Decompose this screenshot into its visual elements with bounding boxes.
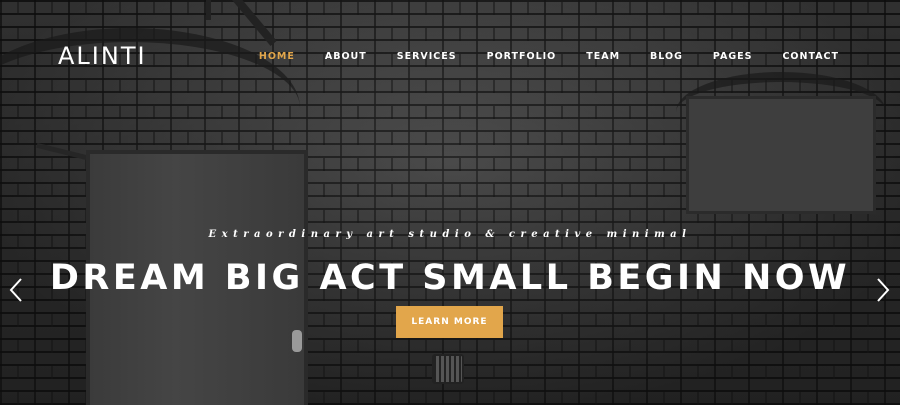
wall-vent <box>432 354 464 384</box>
fire-escape-post <box>206 0 211 20</box>
nav-item-blog[interactable]: BLOG <box>650 51 683 62</box>
nav-item-home[interactable]: HOME <box>259 51 295 62</box>
brand-logo[interactable]: ALINTI <box>58 42 147 70</box>
nav-item-about[interactable]: ABOUT <box>325 51 367 62</box>
nav-item-portfolio[interactable]: PORTFOLIO <box>487 51 557 62</box>
door-handle <box>292 330 302 352</box>
chevron-left-icon <box>9 278 22 302</box>
nav-item-services[interactable]: SERVICES <box>397 51 457 62</box>
learn-more-button[interactable]: LEARN MORE <box>396 306 503 338</box>
nav-item-team[interactable]: TEAM <box>586 51 620 62</box>
hero-headline: DREAM BIG ACT SMALL BEGIN NOW <box>49 258 851 298</box>
slider-prev-button[interactable] <box>9 277 23 303</box>
chevron-right-icon <box>877 278 890 302</box>
nav-item-contact[interactable]: CONTACT <box>782 51 839 62</box>
hero-slider: ALINTI HOME ABOUT SERVICES PORTFOLIO TEA… <box>0 0 900 405</box>
hero-tagline: Extraordinary art studio & creative mini… <box>208 229 692 240</box>
nav-item-pages[interactable]: PAGES <box>713 51 753 62</box>
slider-next-button[interactable] <box>876 277 890 303</box>
main-nav: HOME ABOUT SERVICES PORTFOLIO TEAM BLOG … <box>229 51 839 62</box>
bricked-window <box>686 96 876 214</box>
